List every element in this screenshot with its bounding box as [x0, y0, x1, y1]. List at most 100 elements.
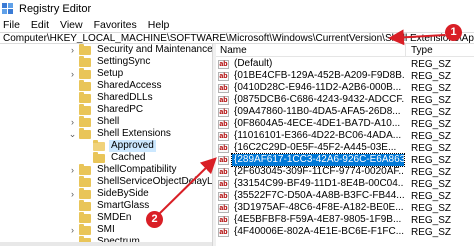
- tree-item[interactable]: SharedPC: [68, 103, 145, 116]
- tree-item[interactable]: SharedDLLs: [68, 91, 155, 104]
- value-row[interactable]: ab {33154C99-BF49-11D1-8E4B-00C04... REG_S…: [216, 178, 474, 190]
- tree-item[interactable]: ⌄ Shell Extensions: [68, 127, 173, 140]
- tree-item[interactable]: SettingSync: [68, 55, 152, 68]
- value-name: {0875DCB6-C686-4243-9432-ADCCF...: [234, 94, 404, 105]
- string-value-icon: ab: [218, 203, 229, 213]
- value-name: {2F603045-309F-11CF-9774-0020AF...: [234, 166, 404, 177]
- string-value-icon: ab: [218, 179, 229, 189]
- folder-icon: [79, 187, 91, 199]
- value-row[interactable]: ab {4F40006E-802A-4E1E-BC6E-F1FC... REG_SZ: [216, 226, 474, 238]
- value-row[interactable]: ab {09A47860-11B0-4DA5-AFA5-26D8... REG_SZ: [216, 106, 474, 118]
- values-list: Name Type ab (Default) REG_SZ ab {01BE4CFB-1…: [216, 44, 474, 246]
- value-type: REG_SZ: [411, 202, 452, 214]
- tree-item[interactable]: › ShellCompatibility: [68, 163, 178, 176]
- tree-item[interactable]: SharedAccess: [68, 79, 163, 92]
- value-row[interactable]: ab {35522F7C-D50A-4A8B-B3FC-FB44... REG_SZ: [216, 190, 474, 202]
- tree-item[interactable]: SMDEn: [68, 211, 133, 224]
- string-value-icon: ab: [218, 107, 229, 117]
- value-row[interactable]: ab {4E5BFBF8-F59A-4E87-9805-1F9B... REG_SZ: [216, 214, 474, 226]
- value-name: {4E5BFBF8-F59A-4E87-9805-1F9B...: [234, 214, 402, 225]
- value-name: {33154C99-BF49-11D1-8E4B-00C04...: [234, 178, 404, 189]
- value-row[interactable]: ab {0410D28C-E946-11D2-A2B6-000B... REG_SZ: [216, 82, 474, 94]
- window-title: Registry Editor: [19, 2, 92, 15]
- value-row[interactable]: ab (Default) REG_SZ: [216, 58, 474, 70]
- tree-item[interactable]: › SideBySide: [68, 187, 151, 200]
- value-row[interactable]: ab {16C2C29D-0E5F-45F2-A445-03E... REG_SZ: [216, 142, 474, 154]
- tree-scrollbar[interactable]: [0, 242, 212, 246]
- expander-icon[interactable]: ›: [68, 45, 77, 55]
- folder-icon: [79, 115, 91, 127]
- menu-edit[interactable]: Edit: [31, 19, 49, 31]
- tree-item-label: Cached: [111, 152, 146, 163]
- expander-icon[interactable]: ›: [68, 189, 77, 199]
- tree-item[interactable]: Approved: [82, 139, 156, 152]
- column-type[interactable]: Type: [406, 44, 433, 57]
- tree-item[interactable]: › Security and Maintenance: [68, 44, 212, 56]
- menu-view[interactable]: View: [60, 19, 83, 31]
- menu-file[interactable]: File: [3, 19, 20, 31]
- folder-icon: [79, 223, 91, 235]
- value-row[interactable]: ab {0875DCB6-C686-4243-9432-ADCCF... REG_S…: [216, 94, 474, 106]
- string-value-icon: ab: [218, 143, 229, 153]
- tree-item[interactable]: SmartGlass: [68, 199, 151, 212]
- value-type: REG_SZ: [411, 154, 452, 166]
- value-row[interactable]: ab{289AF617-1CC3-42A6-926C-E6A863F0E3BA}…: [216, 153, 474, 167]
- tree-item[interactable]: ShellServiceObjectDelayLoad: [68, 175, 212, 188]
- value-type: REG_SZ: [411, 142, 452, 154]
- string-value-icon: ab: [218, 83, 229, 93]
- tree-item-label: SharedAccess: [97, 80, 162, 91]
- address-path: Computer\HKEY_LOCAL_MACHINE\SOFTWARE\Mic…: [3, 32, 474, 44]
- string-value-icon: ab: [218, 215, 229, 225]
- expander-icon[interactable]: ›: [68, 225, 77, 235]
- callout-1: 1: [445, 24, 462, 41]
- tree-item-label: SmartGlass: [97, 200, 150, 211]
- tree-item[interactable]: › Shell: [68, 115, 121, 128]
- title-bar: Registry Editor: [0, 0, 474, 17]
- expander-icon[interactable]: ›: [68, 117, 77, 127]
- tree-item-label: Approved: [109, 140, 156, 152]
- value-type: REG_SZ: [411, 106, 452, 118]
- value-type: REG_SZ: [411, 226, 452, 238]
- value-row[interactable]: ab {11016101-E366-4D22-BC06-4ADA... REG_SZ: [216, 130, 474, 142]
- value-row[interactable]: ab {0F8604A5-4ECE-4DE1-BA7D-A10... REG_SZ: [216, 118, 474, 130]
- string-value-icon: ab: [218, 119, 229, 129]
- value-name: {289AF617-1CC3-42A6-926C-E6A863F0E3BA}: [231, 153, 405, 167]
- string-value-icon: ab: [218, 191, 229, 201]
- regedit-icon: [2, 2, 14, 15]
- folder-icon: [79, 199, 91, 211]
- tree-item-label: Setup: [97, 68, 124, 79]
- tree-item-label: SharedPC: [97, 104, 144, 115]
- value-name: {09A47860-11B0-4DA5-AFA5-26D8...: [234, 106, 401, 117]
- value-type: REG_SZ: [411, 70, 452, 82]
- address-bar[interactable]: Computer\HKEY_LOCAL_MACHINE\SOFTWARE\Mic…: [0, 32, 474, 44]
- folder-icon: [93, 139, 105, 151]
- value-type: REG_SZ: [411, 82, 452, 94]
- menu-favorites[interactable]: Favorites: [94, 19, 137, 31]
- string-value-icon: ab: [218, 95, 229, 105]
- tree-item[interactable]: Cached: [82, 151, 147, 164]
- folder-icon: [79, 79, 91, 91]
- value-type: REG_SZ: [411, 190, 452, 202]
- value-type: REG_SZ: [411, 58, 452, 70]
- expander-icon[interactable]: ›: [68, 69, 77, 79]
- value-row[interactable]: ab {2F603045-309F-11CF-9774-0020AF... REG_…: [216, 166, 474, 178]
- value-name: {11016101-E366-4D22-BC06-4ADA...: [234, 130, 402, 141]
- value-row[interactable]: ab {3D1975AF-48C6-4F8E-A182-BE0E... REG_SZ: [216, 202, 474, 214]
- folder-icon: [79, 91, 91, 103]
- tree-item-label: SharedDLLs: [97, 92, 153, 103]
- value-name: {35522F7C-D50A-4A8B-B3FC-FB44...: [234, 190, 404, 201]
- tree-item-label: SettingSync: [97, 56, 151, 67]
- tree-item-label: ShellServiceObjectDelayLoad: [97, 176, 212, 187]
- value-row[interactable]: ab {01BE4CFB-129A-452B-A209-F9D8B... REG_S…: [216, 70, 474, 82]
- string-value-icon: ab: [218, 71, 229, 81]
- menu-help[interactable]: Help: [148, 19, 170, 31]
- column-name[interactable]: Name: [216, 44, 406, 57]
- tree-item-label: Shell: [97, 116, 120, 127]
- expander-icon[interactable]: ⌄: [68, 129, 77, 140]
- tree-item[interactable]: › Setup: [68, 67, 125, 80]
- menu-bar: File Edit View Favorites Help: [0, 17, 474, 32]
- value-type: REG_SZ: [411, 214, 452, 226]
- expander-icon[interactable]: ›: [68, 165, 77, 175]
- tree-item[interactable]: › SMI: [68, 223, 117, 236]
- key-tree: › Security and Maintenance SettingSync › Set…: [0, 44, 212, 246]
